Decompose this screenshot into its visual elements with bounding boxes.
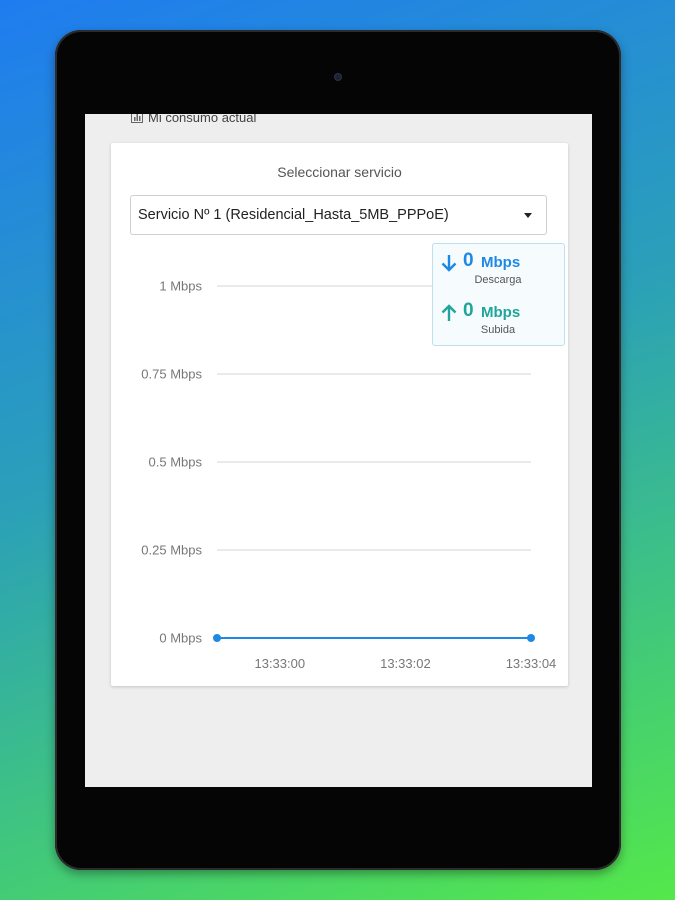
front-camera [335, 74, 341, 80]
y-tick-label: 1 Mbps [159, 279, 202, 294]
app-screen: Mi consumo actual Seleccionar servicio S… [85, 114, 592, 787]
data-point [213, 634, 221, 642]
y-tick-label: 0 Mbps [159, 631, 202, 646]
download-value: 0 [463, 250, 474, 271]
section-title: Mi consumo actual [148, 114, 257, 125]
x-tick-label: 13:33:04 [506, 656, 557, 671]
y-tick-label: 0.5 Mbps [149, 455, 203, 470]
upload-value: 0 [463, 300, 474, 321]
upload-label: Subida [480, 324, 516, 336]
speed-chart: 0 Mbps 0.25 Mbps 0.5 Mbps 0.75 Mbps 1 Mbps 13… [141, 279, 557, 672]
speed-summary: 0 Mbps Descarga 0 Mbps Subida [432, 243, 565, 346]
arrow-down-icon [441, 255, 457, 272]
x-tick-label: 13:33:02 [380, 656, 431, 671]
download-unit: Mbps [481, 254, 521, 271]
y-tick-label: 0.25 Mbps [141, 543, 202, 558]
data-point [527, 634, 535, 642]
upload-unit: Mbps [481, 304, 521, 321]
arrow-up-icon [441, 304, 457, 321]
tablet-frame: Mi consumo actual Seleccionar servicio S… [55, 30, 621, 870]
x-tick-label: 13:33:00 [254, 656, 305, 671]
y-tick-label: 0.75 Mbps [141, 367, 202, 382]
consumption-card: Seleccionar servicio Servicio Nº 1 (Resi… [111, 143, 568, 686]
bar-chart-icon [131, 114, 143, 123]
download-label: Descarga [474, 274, 522, 286]
section-header: Mi consumo actual [131, 114, 256, 127]
